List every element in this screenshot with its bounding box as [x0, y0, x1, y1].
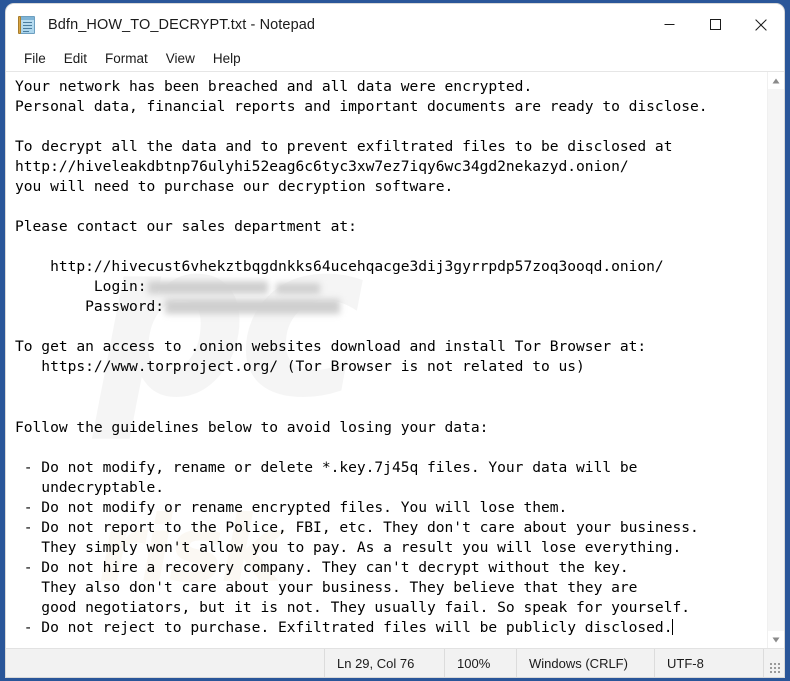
- note-line-17: [15, 378, 24, 395]
- menu-format[interactable]: Format: [96, 49, 157, 68]
- scrollbar-track[interactable]: [768, 89, 784, 631]
- maximize-icon: [709, 19, 721, 30]
- menu-help[interactable]: Help: [204, 49, 250, 68]
- note-line-11: [15, 278, 24, 295]
- login-value-redacted: [147, 281, 268, 295]
- note-line-12-login: Login:: [24, 278, 320, 295]
- ransom-note-text[interactable]: Your network has been breached and all d…: [6, 72, 767, 638]
- note-line-13-password: Password:: [15, 298, 341, 316]
- note-line-4: To decrypt all the data and to prevent e…: [15, 138, 673, 156]
- status-bar: Ln 29, Col 76 100% Windows (CRLF) UTF-8: [6, 648, 784, 677]
- text-editor[interactable]: pc risk Your network has been breached a…: [6, 72, 767, 648]
- note-line-9: [15, 238, 24, 255]
- menu-file[interactable]: File: [15, 49, 55, 68]
- status-spacer: [6, 649, 324, 677]
- chevron-up-icon: [772, 78, 780, 83]
- note-line-23: - Do not modify or rename encrypted file…: [15, 498, 568, 516]
- note-line-20: [15, 439, 24, 456]
- text-caret: [672, 618, 674, 635]
- note-line-5-leak-url: http://hiveleakdbtnp76ulyhi52eag6c6tyc3x…: [15, 158, 629, 176]
- note-line-16-tor-url: https://www.torproject.org/ (Tor Browser…: [15, 358, 585, 376]
- minimize-button[interactable]: [646, 4, 692, 45]
- title-bar[interactable]: Bdfn_HOW_TO_DECRYPT.txt - Notepad: [6, 4, 784, 45]
- window-title: Bdfn_HOW_TO_DECRYPT.txt - Notepad: [48, 16, 316, 33]
- maximize-button[interactable]: [692, 4, 738, 45]
- note-line-28: good negotiators, but it is not. They us…: [15, 598, 690, 616]
- note-line-25: They simply won't allow you to pay. As a…: [15, 538, 682, 556]
- minimize-icon: [664, 24, 674, 25]
- menu-view[interactable]: View: [157, 49, 204, 68]
- note-line-2: Personal data, financial reports and imp…: [15, 98, 708, 116]
- note-line-22: undecryptable.: [15, 478, 165, 496]
- password-value-redacted: [165, 299, 341, 315]
- menu-edit[interactable]: Edit: [55, 49, 96, 68]
- note-line-29: - Do not reject to purchase. Exfiltrated…: [15, 618, 673, 636]
- resize-grip[interactable]: [764, 649, 784, 677]
- note-line-18: [15, 399, 24, 416]
- status-zoom-level[interactable]: 100%: [444, 649, 516, 677]
- note-line-26: - Do not hire a recovery company. They c…: [15, 558, 629, 576]
- login-value-redacted-2: [275, 283, 320, 295]
- note-line-6: you will need to purchase our decryption…: [15, 178, 454, 196]
- note-line-1: Your network has been breached and all d…: [15, 78, 533, 95]
- status-line-ending[interactable]: Windows (CRLF): [516, 649, 654, 677]
- note-line-14: [15, 318, 24, 335]
- notepad-window: Bdfn_HOW_TO_DECRYPT.txt - Notepad File E…: [6, 4, 784, 677]
- close-icon: [755, 18, 767, 31]
- scroll-down-button[interactable]: [768, 631, 784, 648]
- status-cursor-position: Ln 29, Col 76: [324, 649, 444, 677]
- note-line-8: Please contact our sales department at:: [15, 218, 357, 236]
- login-label: Login:: [23, 278, 147, 296]
- editor-area: pc risk Your network has been breached a…: [6, 72, 784, 648]
- window-controls: [646, 4, 784, 45]
- note-line-19: Follow the guidelines below to avoid los…: [15, 418, 489, 436]
- chevron-down-icon: [772, 637, 780, 642]
- note-line-24: - Do not report to the Police, FBI, etc.…: [15, 518, 699, 536]
- note-line-7: [15, 198, 24, 215]
- note-line-10-support-url: http://hivecust6vhekztbqgdnkks64ucehqacg…: [15, 258, 664, 276]
- scroll-up-button[interactable]: [768, 72, 784, 89]
- note-line-21: - Do not modify, rename or delete *.key.…: [15, 458, 638, 476]
- notepad-icon: [18, 15, 38, 35]
- note-line-27: They also don't care about your business…: [15, 578, 638, 596]
- password-label: Password:: [15, 298, 165, 316]
- menu-bar: File Edit Format View Help: [6, 45, 784, 72]
- close-button[interactable]: [738, 4, 784, 45]
- status-encoding[interactable]: UTF-8: [654, 649, 764, 677]
- vertical-scrollbar[interactable]: [767, 72, 784, 648]
- note-line-3: [15, 118, 24, 135]
- note-line-15: To get an access to .onion websites down…: [15, 338, 647, 356]
- desktop-background: Bdfn_HOW_TO_DECRYPT.txt - Notepad File E…: [0, 0, 790, 681]
